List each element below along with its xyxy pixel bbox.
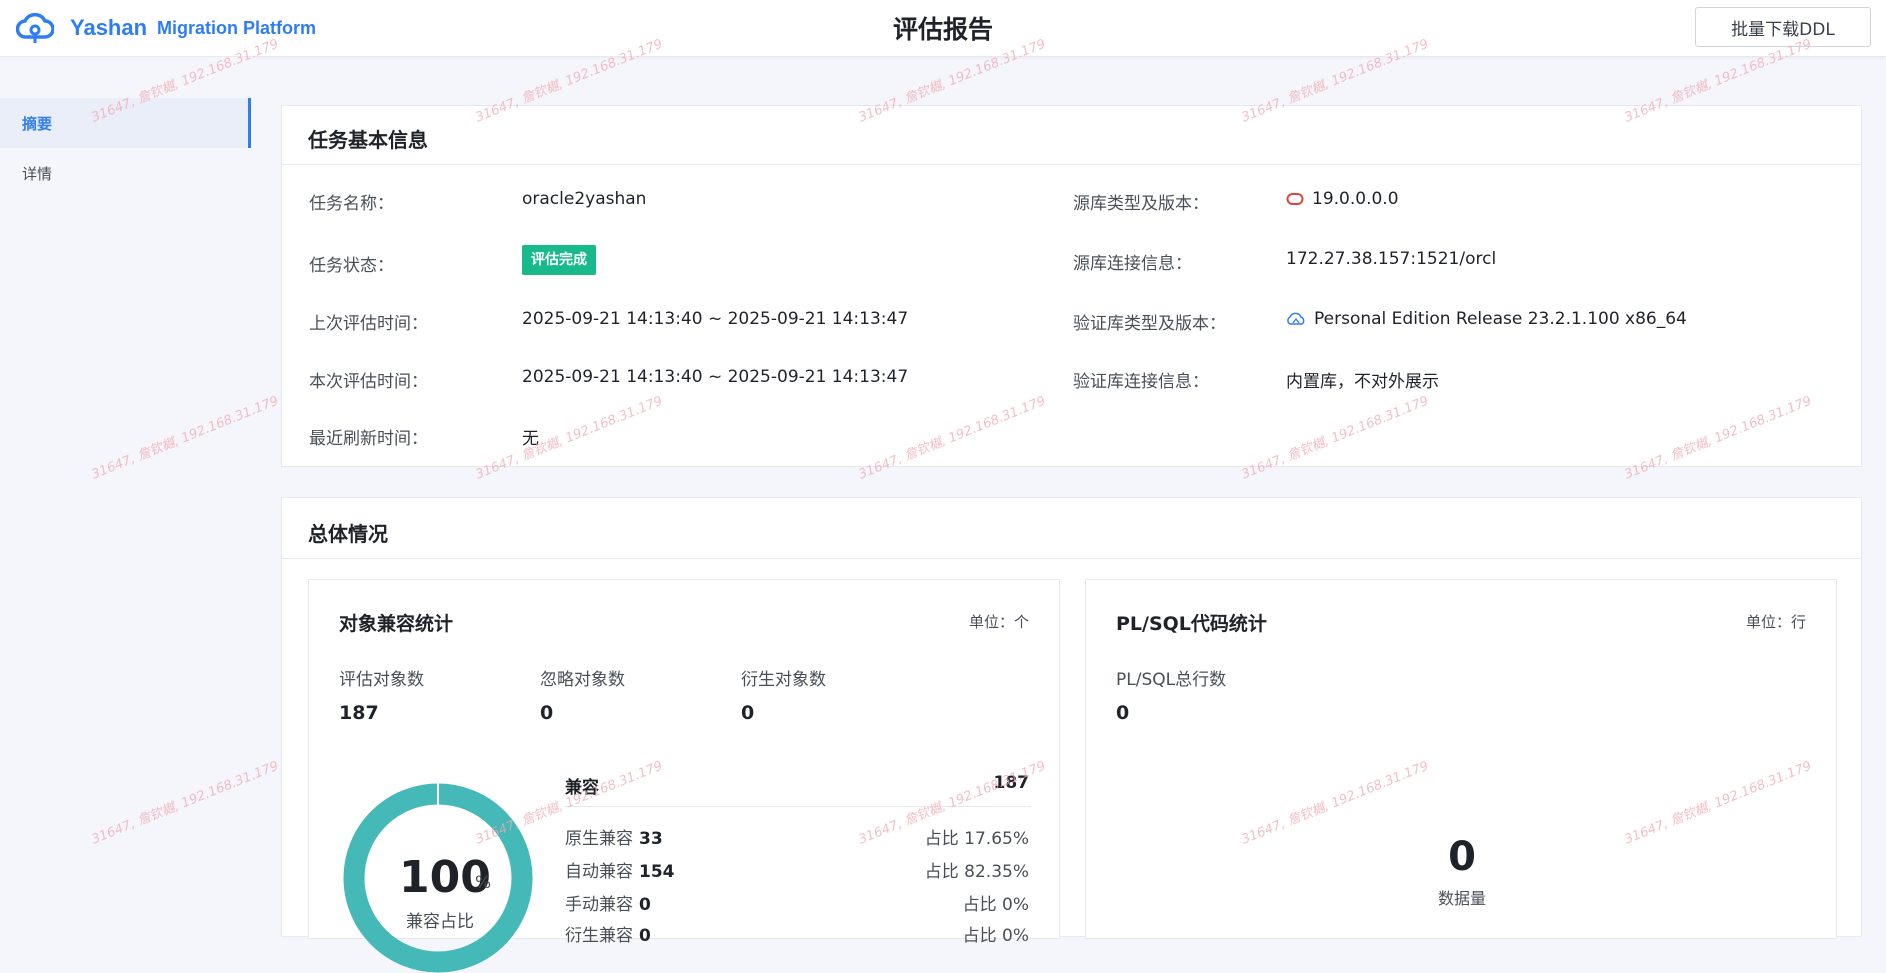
auto-compat-value: 154: [639, 862, 675, 882]
batch-download-ddl-button[interactable]: 批量下载DDL: [1695, 7, 1871, 47]
plsql-title: PL/SQL代码统计: [1116, 613, 1267, 635]
verify-db-conn-label: 验证库连接信息：: [1073, 372, 1209, 392]
object-compat-title: 对象兼容统计: [339, 613, 454, 635]
derived-compat-value: 0: [639, 926, 651, 946]
overview-title: 总体情况: [308, 522, 388, 546]
compat-total-value: 187: [993, 773, 1030, 793]
manual-compat-value: 0: [639, 895, 651, 915]
last-refresh-time-label: 最近刷新时间：: [309, 429, 428, 449]
compat-ratio-label: 兼容占比: [406, 912, 474, 932]
sidebar-item-summary[interactable]: 摘要: [0, 98, 251, 148]
manual-compat-row: 手动兼容 0: [565, 890, 651, 915]
object-compat-stats-panel: 对象兼容统计 单位：个 评估对象数 187 忽略对象数 0 衍生对象数 0 10…: [308, 579, 1060, 973]
source-db-conn-value: 172.27.38.157:1521/orcl: [1286, 249, 1497, 269]
plsql-total-lines-value: 0: [1116, 702, 1130, 724]
current-eval-time-value: 2025-09-21 14:13:40 ~ 2025-09-21 14:13:4…: [522, 367, 909, 387]
native-compat-pct: 占比 17.65%: [924, 829, 1029, 849]
task-info-card: 任务基本信息 任务名称： oracle2yashan 任务状态： 评估完成 上次…: [281, 105, 1862, 467]
derived-compat-label: 衍生兼容: [565, 926, 633, 946]
plsql-total-lines-label: PL/SQL总行数: [1116, 670, 1227, 690]
divider: [282, 558, 1861, 559]
app-header: Yashan Migration Platform 评估报告 批量下载DDL: [0, 0, 1886, 57]
oracle-icon: [1286, 193, 1304, 205]
ignored-object-count-value: 0: [540, 702, 554, 724]
brand-name: Yashan: [70, 15, 148, 40]
last-eval-time-value: 2025-09-21 14:13:40 ~ 2025-09-21 14:13:4…: [522, 309, 909, 329]
derived-object-count-value: 0: [741, 702, 755, 724]
derived-compat-pct: 占比 0%: [962, 926, 1029, 946]
task-name-label: 任务名称：: [309, 194, 394, 214]
brand-subtitle: Migration Platform: [157, 17, 317, 38]
plsql-stats-panel: PL/SQL代码统计 单位：行 PL/SQL总行数 0 0 数据量: [1085, 579, 1837, 939]
plsql-unit: 单位：行: [1745, 613, 1806, 631]
verify-db-type-label: 验证库类型及版本：: [1073, 314, 1226, 334]
compat-total-label: 兼容: [565, 778, 599, 798]
verify-db-version: Personal Edition Release 23.2.1.100 x86_…: [1314, 309, 1687, 329]
verify-db-conn-value: 内置库，不对外展示: [1286, 372, 1439, 392]
status-badge: 评估完成: [522, 245, 596, 275]
derived-compat-row: 衍生兼容 0: [565, 921, 651, 946]
source-db-type-label: 源库类型及版本：: [1073, 194, 1209, 214]
native-compat-label: 原生兼容: [565, 829, 633, 849]
last-refresh-time-value: 无: [522, 429, 539, 449]
source-db-conn-label: 源库连接信息：: [1073, 254, 1192, 274]
sidebar: 摘要 详情: [0, 57, 251, 928]
object-unit: 单位：个: [968, 613, 1029, 631]
ignored-object-count-label: 忽略对象数: [540, 670, 625, 690]
manual-compat-pct: 占比 0%: [962, 895, 1029, 915]
auto-compat-row: 自动兼容 154: [565, 857, 675, 882]
compat-ratio-unit: %: [475, 873, 492, 893]
yashan-logo-icon: [16, 12, 54, 43]
sidebar-item-details[interactable]: 详情: [0, 148, 251, 198]
plsql-data-volume-value: 0: [1448, 834, 1476, 880]
manual-compat-label: 手动兼容: [565, 895, 633, 915]
source-db-version: 19.0.0.0.0: [1312, 189, 1399, 209]
eval-object-count-value: 187: [339, 702, 379, 724]
verify-db-type-value: Personal Edition Release 23.2.1.100 x86_…: [1286, 309, 1687, 329]
task-info-title: 任务基本信息: [308, 128, 428, 152]
task-status-label: 任务状态：: [309, 256, 394, 276]
auto-compat-label: 自动兼容: [565, 862, 633, 882]
plsql-data-volume-label: 数据量: [1437, 889, 1486, 908]
overview-card: 总体情况 对象兼容统计 单位：个 评估对象数 187 忽略对象数 0 衍生对象数…: [281, 497, 1862, 973]
divider: [282, 164, 1861, 165]
native-compat-value: 33: [639, 829, 663, 849]
yashan-cloud-icon: [1287, 312, 1305, 325]
divider: [565, 806, 1031, 807]
auto-compat-pct: 占比 82.35%: [924, 862, 1029, 882]
last-eval-time-label: 上次评估时间：: [309, 314, 428, 334]
native-compat-row: 原生兼容 33: [565, 824, 663, 849]
derived-object-count-label: 衍生对象数: [741, 670, 826, 690]
task-name-value: oracle2yashan: [522, 189, 647, 209]
eval-object-count-label: 评估对象数: [339, 670, 424, 690]
current-eval-time-label: 本次评估时间：: [309, 372, 428, 392]
logo[interactable]: Yashan Migration Platform: [16, 10, 316, 46]
source-db-type-value: 19.0.0.0.0: [1286, 189, 1399, 209]
